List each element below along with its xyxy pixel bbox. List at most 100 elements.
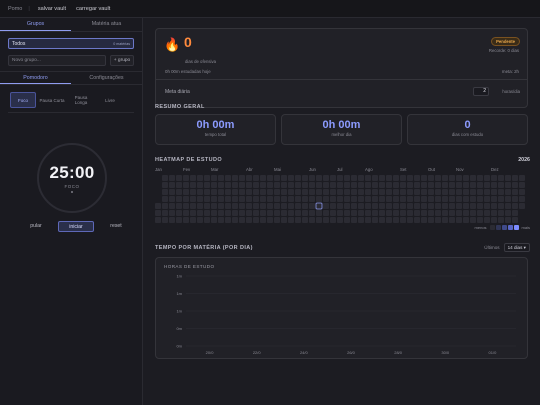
heatmap-cell[interactable] <box>372 203 378 209</box>
heatmap-cell[interactable] <box>253 203 259 209</box>
heatmap-cell[interactable] <box>470 189 476 195</box>
heatmap-cell[interactable] <box>330 217 336 223</box>
heatmap-cell[interactable] <box>302 203 308 209</box>
heatmap-cell[interactable] <box>281 203 287 209</box>
heatmap-cell[interactable] <box>218 203 224 209</box>
heatmap-cell[interactable] <box>498 189 504 195</box>
heatmap-cell[interactable] <box>281 182 287 188</box>
heatmap-cell[interactable] <box>155 217 161 223</box>
heatmap-cell[interactable] <box>337 217 343 223</box>
heatmap-cell[interactable] <box>274 182 280 188</box>
heatmap-cell[interactable] <box>260 203 266 209</box>
heatmap-cell[interactable] <box>351 175 357 181</box>
heatmap-cell[interactable] <box>323 189 329 195</box>
heatmap-cell[interactable] <box>316 182 322 188</box>
heatmap-cell[interactable] <box>274 210 280 216</box>
heatmap-cell[interactable] <box>519 175 525 181</box>
heatmap-cell[interactable] <box>309 196 315 202</box>
heatmap-cell[interactable] <box>477 189 483 195</box>
heatmap-cell[interactable] <box>484 189 490 195</box>
heatmap-cell[interactable] <box>386 175 392 181</box>
heatmap-cell[interactable] <box>463 189 469 195</box>
heatmap-cell[interactable] <box>239 217 245 223</box>
heatmap-cell[interactable] <box>421 196 427 202</box>
heatmap-cell[interactable] <box>484 217 490 223</box>
heatmap-cell[interactable] <box>344 203 350 209</box>
heatmap-cell[interactable] <box>302 175 308 181</box>
heatmap-cell[interactable] <box>225 189 231 195</box>
heatmap-cell[interactable] <box>456 175 462 181</box>
heatmap-cell[interactable] <box>386 182 392 188</box>
heatmap-cell[interactable] <box>267 182 273 188</box>
heatmap-cell[interactable] <box>274 203 280 209</box>
heatmap-cell[interactable] <box>491 203 497 209</box>
heatmap-cell[interactable] <box>351 217 357 223</box>
heatmap-cell[interactable] <box>491 210 497 216</box>
mode-focus[interactable]: Foco <box>10 92 36 108</box>
heatmap-cell[interactable] <box>463 182 469 188</box>
heatmap-cell[interactable] <box>232 182 238 188</box>
heatmap-cell[interactable] <box>414 196 420 202</box>
heatmap-cell[interactable] <box>316 217 322 223</box>
heatmap-cell[interactable] <box>225 217 231 223</box>
heatmap-cell[interactable] <box>414 203 420 209</box>
heatmap-cell[interactable] <box>400 196 406 202</box>
heatmap-cell[interactable] <box>218 196 224 202</box>
heatmap-cell[interactable] <box>351 189 357 195</box>
heatmap-cell[interactable] <box>365 203 371 209</box>
heatmap-cell[interactable] <box>253 189 259 195</box>
heatmap-cell[interactable] <box>204 210 210 216</box>
heatmap-cell[interactable] <box>484 182 490 188</box>
heatmap-cell[interactable] <box>505 217 511 223</box>
heatmap-cell[interactable] <box>176 175 182 181</box>
heatmap-cell[interactable] <box>288 210 294 216</box>
heatmap-cell[interactable] <box>288 189 294 195</box>
heatmap-cell[interactable] <box>246 175 252 181</box>
heatmap-cell[interactable] <box>309 175 315 181</box>
heatmap-cell[interactable] <box>470 182 476 188</box>
heatmap-cell[interactable] <box>449 182 455 188</box>
heatmap-cell[interactable] <box>477 196 483 202</box>
heatmap-cell[interactable] <box>176 217 182 223</box>
heatmap-cell[interactable] <box>477 175 483 181</box>
heatmap-cell[interactable] <box>190 203 196 209</box>
heatmap-cell[interactable] <box>456 210 462 216</box>
heatmap-cell[interactable] <box>197 189 203 195</box>
heatmap-cell[interactable] <box>197 217 203 223</box>
heatmap-cell[interactable] <box>428 189 434 195</box>
heatmap-cell[interactable] <box>407 203 413 209</box>
heatmap-cell[interactable] <box>400 210 406 216</box>
heatmap-cell[interactable] <box>232 189 238 195</box>
heatmap-cell[interactable] <box>428 203 434 209</box>
heatmap-cell[interactable] <box>435 196 441 202</box>
heatmap-cell[interactable] <box>162 210 168 216</box>
heatmap-cell[interactable] <box>323 182 329 188</box>
heatmap-cell[interactable] <box>295 217 301 223</box>
heatmap-cell[interactable] <box>393 203 399 209</box>
heatmap-cell[interactable] <box>351 196 357 202</box>
heatmap-cell[interactable] <box>330 189 336 195</box>
heatmap-cell[interactable] <box>190 210 196 216</box>
heatmap-cell[interactable] <box>491 196 497 202</box>
heatmap-cell[interactable] <box>456 182 462 188</box>
tab-settings[interactable]: Configurações <box>71 72 142 84</box>
heatmap-cell[interactable] <box>421 203 427 209</box>
heatmap-cell[interactable] <box>365 182 371 188</box>
heatmap-cell[interactable] <box>281 189 287 195</box>
heatmap-cell[interactable] <box>505 189 511 195</box>
skip-button[interactable]: pular <box>22 221 50 232</box>
heatmap-cell[interactable] <box>358 217 364 223</box>
heatmap-cell[interactable] <box>470 196 476 202</box>
heatmap-cell[interactable] <box>365 175 371 181</box>
heatmap-cell[interactable] <box>365 210 371 216</box>
heatmap-cell[interactable] <box>337 189 343 195</box>
heatmap-cell[interactable] <box>197 203 203 209</box>
heatmap-cell[interactable] <box>218 175 224 181</box>
heatmap-cell[interactable] <box>512 217 518 223</box>
heatmap-cell[interactable] <box>442 217 448 223</box>
heatmap-cell[interactable] <box>512 196 518 202</box>
heatmap-cell[interactable] <box>218 217 224 223</box>
heatmap-cell[interactable] <box>232 175 238 181</box>
heatmap-cell[interactable] <box>428 182 434 188</box>
heatmap-cell[interactable] <box>239 210 245 216</box>
